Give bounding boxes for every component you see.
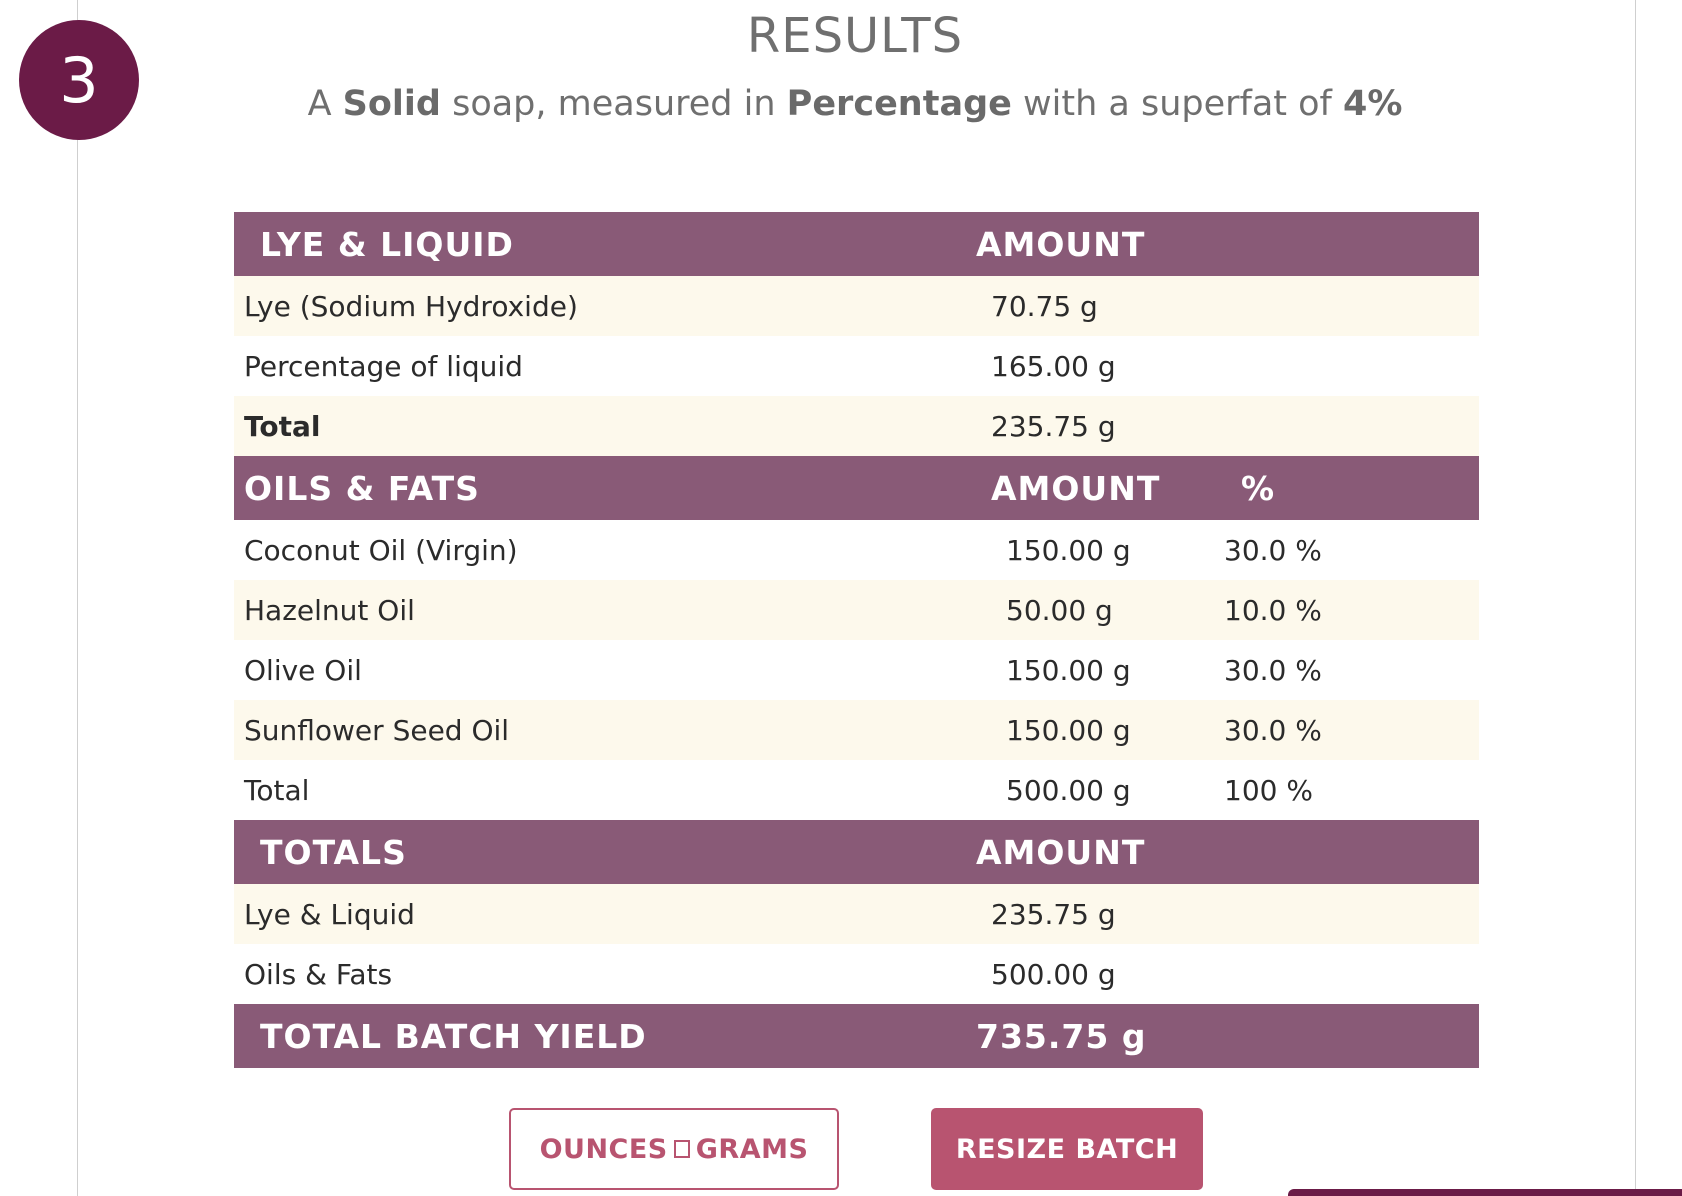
table-row: Hazelnut Oil 50.00 g 10.0 % [234,580,1479,640]
toggle-swap-icon [673,1140,690,1158]
totals-header: TOTALS AMOUNT [234,820,1479,884]
row-name: Sunflower Seed Oil [244,713,510,747]
results-table: LYE & LIQUID AMOUNT Lye (Sodium Hydroxid… [234,212,1479,1068]
row-percent: 30.0 % [1224,533,1322,567]
row-name: Total [244,773,310,807]
batch-yield-amount: 735.75 g [976,1016,1147,1056]
row-name: Lye & Liquid [244,897,415,931]
row-amount: 150.00 g [1006,713,1131,747]
row-amount: 500.00 g [991,957,1116,991]
toggle-right-label: GRAMS [695,1133,809,1165]
soap-type: Solid [342,84,441,124]
row-amount: 165.00 g [991,349,1116,383]
row-name: Total [244,409,321,443]
resize-batch-button[interactable]: RESIZE BATCH [931,1108,1203,1190]
ounces-grams-toggle-button[interactable]: OUNCES GRAMS [509,1108,839,1190]
timeline-line [77,0,78,1196]
batch-yield-label: TOTAL BATCH YIELD [260,1016,647,1056]
panel-border-right [1635,0,1636,1196]
row-percent: 30.0 % [1224,653,1322,687]
header-amount: AMOUNT [976,832,1146,872]
oils-fats-header: OILS & FATS AMOUNT % [234,456,1479,520]
table-row: Lye (Sodium Hydroxide) 70.75 g [234,276,1479,336]
results-subtitle: A Solid soap, measured in Percentage wit… [307,84,1403,124]
footer-corner-bar [1288,1189,1682,1196]
row-percent: 10.0 % [1224,593,1322,627]
row-percent: 30.0 % [1224,713,1322,747]
row-name: Oils & Fats [244,957,393,991]
header-label: TOTALS [260,832,407,872]
row-amount: 235.75 g [991,409,1116,443]
results-title: RESULTS [746,8,964,64]
row-amount: 150.00 g [1006,533,1131,567]
batch-yield-row: TOTAL BATCH YIELD 735.75 g [234,1004,1479,1068]
table-row: Oils & Fats 500.00 g [234,944,1479,1004]
header-label: LYE & LIQUID [260,224,514,264]
header-amount: AMOUNT [991,468,1161,508]
table-row: Lye & Liquid 235.75 g [234,884,1479,944]
table-row: Percentage of liquid 165.00 g [234,336,1479,396]
toggle-left-label: OUNCES [539,1133,668,1165]
table-row: Olive Oil 150.00 g 30.0 % [234,640,1479,700]
row-name: Coconut Oil (Virgin) [244,533,518,567]
table-row: Sunflower Seed Oil 150.00 g 30.0 % [234,700,1479,760]
table-row-total: Total 500.00 g 100 % [234,760,1479,820]
header-percent: % [1241,468,1276,508]
table-row: Coconut Oil (Virgin) 150.00 g 30.0 % [234,520,1479,580]
row-amount: 235.75 g [991,897,1116,931]
row-name: Hazelnut Oil [244,593,415,627]
header-amount: AMOUNT [976,224,1146,264]
header-label: OILS & FATS [244,468,480,508]
unit-mode: Percentage [786,84,1012,124]
lye-liquid-header: LYE & LIQUID AMOUNT [234,212,1479,276]
row-name: Lye (Sodium Hydroxide) [244,289,578,323]
row-percent: 100 % [1224,773,1313,807]
row-amount: 70.75 g [991,289,1098,323]
superfat-value: 4% [1343,84,1403,124]
row-amount: 500.00 g [1006,773,1131,807]
row-name: Olive Oil [244,653,362,687]
row-amount: 150.00 g [1006,653,1131,687]
row-name: Percentage of liquid [244,349,523,383]
table-row-total: Total 235.75 g [234,396,1479,456]
row-amount: 50.00 g [1006,593,1113,627]
